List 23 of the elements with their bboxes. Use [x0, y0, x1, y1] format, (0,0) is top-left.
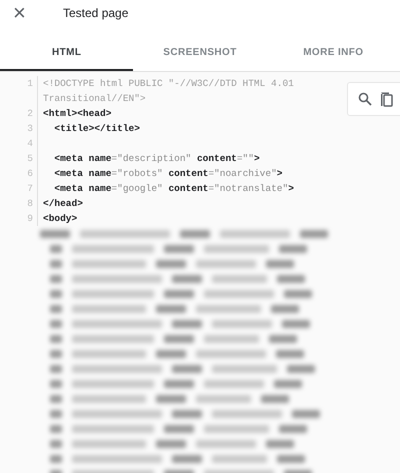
search-icon[interactable] [358, 92, 372, 106]
line-number: 4 [0, 136, 38, 151]
code-line: <title></title> [53, 122, 141, 136]
code-line: </head> [42, 197, 84, 211]
line-number: 5 [0, 151, 38, 166]
code-line: <meta name="description" content=""> [53, 152, 261, 166]
line-number: 2 [0, 106, 38, 121]
code-line: <meta name="robots" content="noarchive"> [53, 167, 284, 181]
tab[interactable]: MORE INFO [266, 36, 400, 71]
line-number: 6 [0, 166, 38, 181]
line-number: 8 [0, 196, 38, 211]
line-number: 9 [0, 211, 38, 226]
code-line: <meta name="google" content="notranslate"> [53, 182, 295, 196]
code-line: <html><head> [42, 107, 112, 121]
page-title: Tested page [63, 6, 128, 20]
code-line: <body> [42, 212, 78, 226]
code-line: <!DOCTYPE html PUBLIC "-//W3C//DTD HTML 4.01 Transitional//EN"> [42, 77, 295, 106]
copy-icon[interactable] [380, 91, 393, 107]
line-number: 1 [0, 76, 38, 106]
line-number: 3 [0, 121, 38, 136]
line-number: 7 [0, 181, 38, 196]
tab[interactable]: SCREENSHOT [133, 36, 267, 71]
close-icon[interactable]: × [13, 2, 27, 24]
